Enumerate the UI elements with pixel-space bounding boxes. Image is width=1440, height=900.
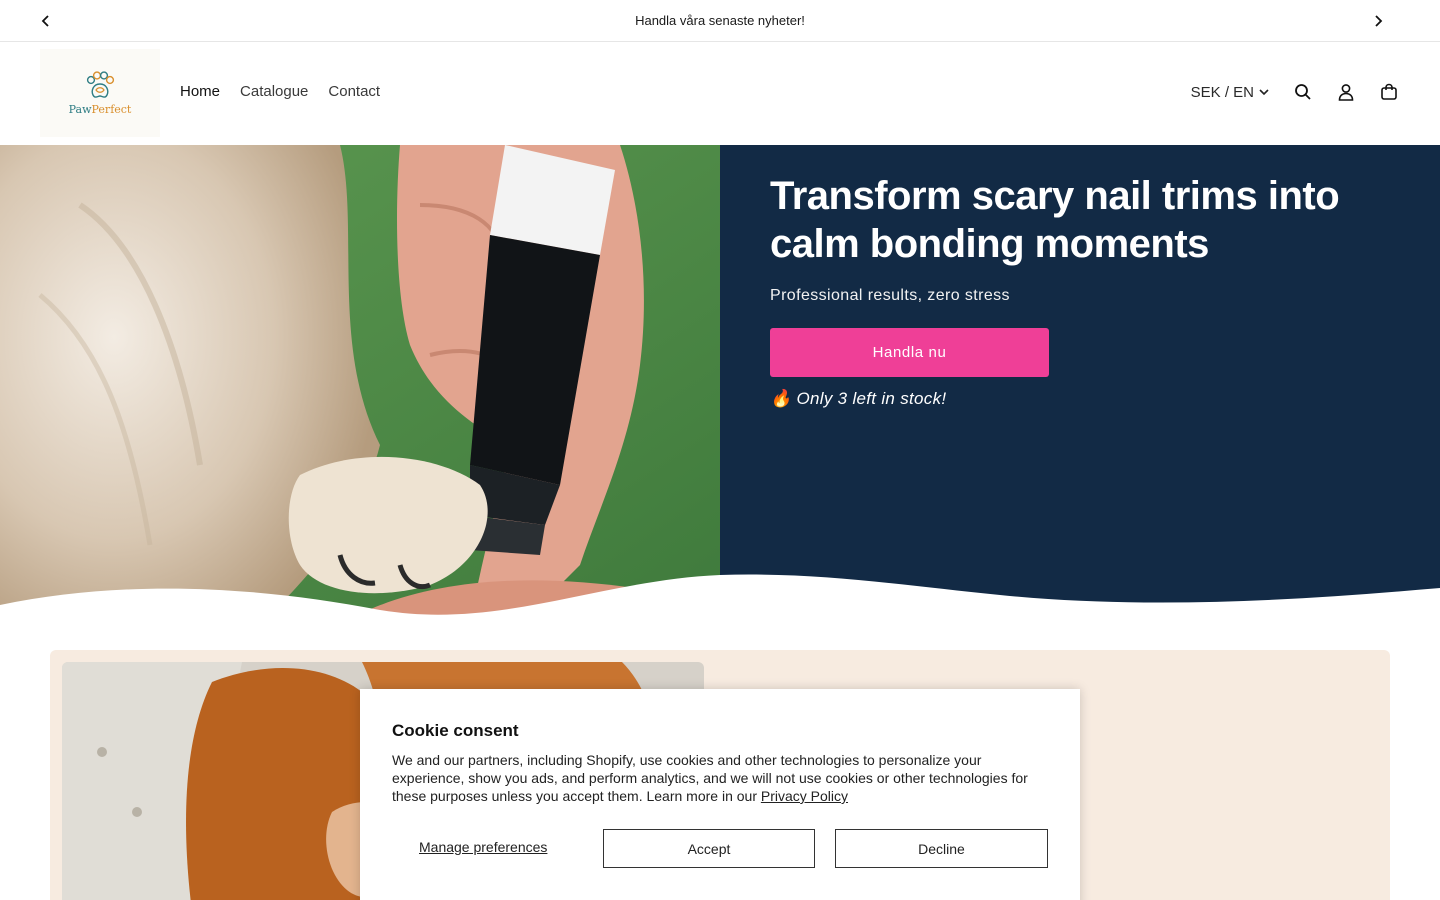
accept-button[interactable]: Accept — [603, 829, 815, 868]
privacy-policy-link[interactable]: Privacy Policy — [761, 788, 848, 804]
chevron-left-icon[interactable] — [36, 11, 56, 31]
cookie-consent-dialog: Cookie consent We and our partners, incl… — [360, 689, 1080, 900]
account-icon[interactable] — [1335, 81, 1357, 103]
logo-text: PawPerfect — [68, 102, 132, 116]
nav-home[interactable]: Home — [180, 83, 220, 100]
nav-catalogue[interactable]: Catalogue — [240, 83, 308, 100]
shop-now-button[interactable]: Handla nu — [770, 328, 1049, 377]
cart-bag-icon[interactable] — [1378, 81, 1400, 103]
hero-image — [0, 145, 720, 625]
cookie-title: Cookie consent — [392, 721, 519, 740]
stock-notice: 🔥 Only 3 left in stock! — [770, 389, 947, 408]
main-nav: Home Catalogue Contact — [180, 83, 380, 100]
logo[interactable]: PawPerfect — [40, 49, 160, 137]
header-actions: SEK / EN — [1191, 81, 1400, 103]
chevron-down-icon — [1259, 89, 1269, 96]
cookie-actions: Manage preferences Accept Decline — [392, 829, 1048, 868]
nav-contact[interactable]: Contact — [328, 83, 380, 100]
search-icon[interactable] — [1292, 81, 1314, 103]
announcement-text[interactable]: Handla våra senaste nyheter! — [635, 13, 805, 28]
hero-title: Transform scary nail trims into calm bon… — [770, 174, 1340, 266]
decline-button[interactable]: Decline — [835, 829, 1048, 868]
currency-selector[interactable]: SEK / EN — [1191, 84, 1270, 101]
hero-subtitle: Professional results, zero stress — [770, 287, 1010, 304]
hero-wave-divider — [0, 574, 1440, 640]
currency-label: SEK / EN — [1190, 83, 1254, 101]
paw-logo-icon — [86, 70, 115, 98]
cookie-body: We and our partners, including Shopify, … — [392, 751, 1048, 805]
cookie-body-text: We and our partners, including Shopify, … — [392, 752, 1028, 804]
announcement-bar: Handla våra senaste nyheter! — [0, 0, 1440, 42]
manage-preferences-link[interactable]: Manage preferences — [419, 839, 547, 855]
site-header: PawPerfect Home Catalogue Contact SEK / … — [0, 43, 1440, 145]
chevron-right-icon[interactable] — [1368, 11, 1388, 31]
